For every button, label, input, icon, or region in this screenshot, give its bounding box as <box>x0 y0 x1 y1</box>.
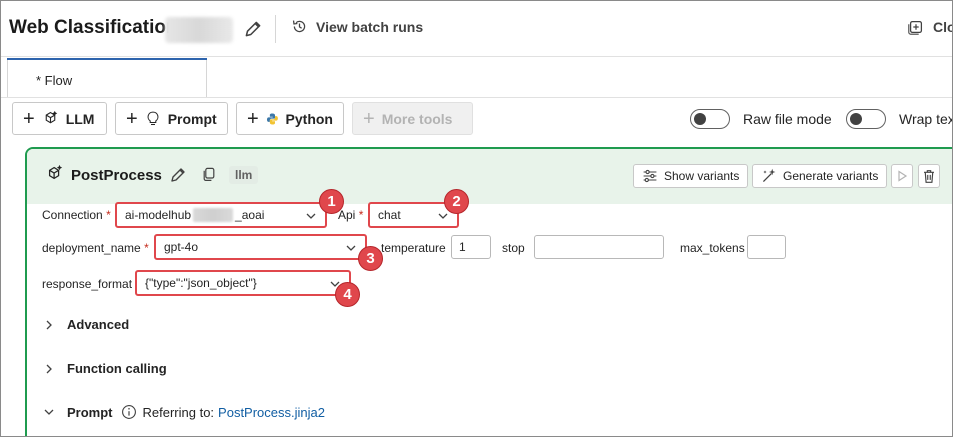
prompt-section-toggle[interactable]: Prompt Referring to: PostProcess.jinja2 <box>43 404 325 420</box>
raw-file-mode-switch[interactable] <box>690 109 730 129</box>
generate-variants-button[interactable]: Generate variants <box>752 164 888 188</box>
prompt-section-label: Prompt <box>67 404 113 420</box>
deployment-name-label: deployment_name * <box>42 241 149 255</box>
connection-value-suffix: _aoai <box>235 208 265 222</box>
response-format-value: {"type":"json_object"} <box>145 276 257 290</box>
add-square-icon <box>908 20 923 35</box>
node-type-badge: llm <box>229 166 259 184</box>
redacted-connection <box>193 208 234 222</box>
node-title: PostProcess <box>71 167 162 184</box>
tab-flow-label: * Flow <box>36 73 73 88</box>
deployment-name-select[interactable]: gpt-4o <box>154 234 367 260</box>
llm-icon <box>48 164 63 180</box>
plus-icon: + <box>247 107 259 130</box>
python-icon <box>266 113 278 124</box>
tab-divider <box>1 97 952 98</box>
raw-file-mode-toggle[interactable]: Raw file mode <box>690 109 832 129</box>
add-python-button[interactable]: + Python <box>236 102 344 135</box>
prompt-file-link[interactable]: PostProcess.jinja2 <box>218 405 325 420</box>
connection-value-prefix: ai-modelhub <box>125 208 192 222</box>
max-tokens-input[interactable] <box>747 235 786 259</box>
function-calling-label: Function calling <box>67 361 167 376</box>
node-header: PostProcess llm Show variants Generate v… <box>27 149 952 204</box>
chevron-right-icon <box>46 320 52 329</box>
api-value: chat <box>378 208 401 222</box>
pencil-icon[interactable] <box>242 18 264 40</box>
show-variants-button[interactable]: Show variants <box>633 164 749 188</box>
redacted-title-suffix <box>165 17 233 43</box>
history-icon <box>292 20 306 33</box>
temperature-value: 1 <box>459 240 466 254</box>
connection-select[interactable]: ai-modelhub _aoai <box>115 202 327 228</box>
sliders-icon <box>643 169 657 183</box>
add-llm-button[interactable]: + LLM <box>12 102 107 135</box>
referring-to-label: Referring to: <box>142 404 215 420</box>
callout-badge-1: 1 <box>319 189 344 214</box>
tab-active-indicator <box>7 58 207 60</box>
plus-icon: + <box>126 107 138 130</box>
chevron-down-icon <box>438 213 448 219</box>
callout-badge-4: 4 <box>335 282 360 307</box>
raw-file-mode-label: Raw file mode <box>743 111 832 127</box>
connection-label: Connection * <box>42 208 111 222</box>
chevron-down-icon <box>44 409 54 415</box>
temperature-input[interactable]: 1 <box>451 235 491 259</box>
api-label: Api * <box>338 208 364 222</box>
play-icon <box>898 170 908 182</box>
callout-badge-3: 3 <box>358 246 383 271</box>
response-format-label: response_format <box>42 277 133 291</box>
top-header: Web Classification- View batch runs Clo <box>1 1 952 57</box>
prompt-label: Prompt <box>167 110 217 127</box>
advanced-label: Advanced <box>67 317 130 332</box>
copy-icon[interactable] <box>201 166 217 182</box>
more-tools-label: More tools <box>381 110 453 127</box>
plus-icon: + <box>23 107 35 130</box>
show-variants-label: Show variants <box>664 169 740 183</box>
add-prompt-button[interactable]: + Prompt <box>115 102 228 135</box>
magic-wand-icon <box>762 168 776 183</box>
header-divider <box>275 15 276 43</box>
chevron-down-icon <box>306 213 316 219</box>
llm-label: LLM <box>65 110 95 127</box>
more-tools-button[interactable]: + More tools <box>352 102 473 135</box>
chevron-down-icon <box>346 245 356 251</box>
tab-flow[interactable]: * Flow <box>7 58 207 98</box>
max-tokens-label: max_tokens <box>680 241 745 255</box>
lightbulb-icon <box>147 111 159 126</box>
advanced-section-toggle[interactable]: Advanced <box>43 317 129 332</box>
callout-badge-2: 2 <box>444 189 469 214</box>
info-icon[interactable] <box>121 404 137 420</box>
stop-label: stop <box>502 241 525 255</box>
app-frame: Web Classification- View batch runs Clo … <box>0 0 953 437</box>
response-format-select[interactable]: {"type":"json_object"} <box>135 270 351 296</box>
llm-icon <box>45 110 57 124</box>
view-batch-runs-label: View batch runs <box>316 18 424 35</box>
view-batch-runs-button[interactable]: View batch runs <box>291 18 423 35</box>
python-label: Python <box>285 110 333 127</box>
function-calling-section-toggle[interactable]: Function calling <box>43 361 167 376</box>
wrap-text-switch[interactable] <box>846 109 886 129</box>
clone-label: Clo <box>933 19 952 35</box>
trash-icon <box>924 169 934 183</box>
deployment-name-value: gpt-4o <box>164 240 199 254</box>
plus-icon: + <box>363 107 375 130</box>
wrap-text-toggle[interactable]: Wrap tex <box>846 109 953 129</box>
clone-button[interactable]: Clo <box>907 18 952 36</box>
delete-button[interactable] <box>918 164 940 188</box>
pencil-icon[interactable] <box>168 165 188 185</box>
generate-variants-label: Generate variants <box>783 169 879 183</box>
run-button[interactable] <box>891 164 913 188</box>
stop-input[interactable] <box>534 235 664 259</box>
flow-title: Web Classification- <box>9 17 184 38</box>
wrap-text-label: Wrap tex <box>899 111 953 127</box>
chevron-right-icon <box>46 364 52 373</box>
temperature-label: temperature <box>381 241 446 255</box>
